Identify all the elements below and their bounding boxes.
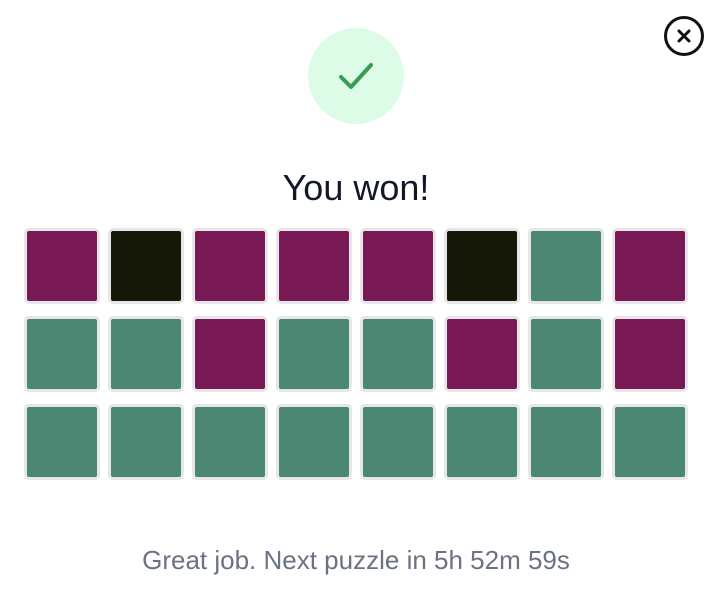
tile-fill bbox=[363, 319, 433, 389]
tile-fill bbox=[363, 231, 433, 301]
success-badge bbox=[308, 28, 404, 124]
tile-fill bbox=[279, 319, 349, 389]
grid-tile bbox=[444, 404, 520, 480]
grid-tile bbox=[612, 316, 688, 392]
grid-tile bbox=[192, 316, 268, 392]
tile-fill bbox=[111, 319, 181, 389]
tile-fill bbox=[615, 231, 685, 301]
grid-tile bbox=[192, 404, 268, 480]
result-title: You won! bbox=[282, 167, 430, 208]
tile-fill bbox=[27, 319, 97, 389]
tile-fill bbox=[111, 231, 181, 301]
next-puzzle-message: Great job. Next puzzle in 5h 52m 59s bbox=[142, 545, 570, 575]
tile-fill bbox=[447, 231, 517, 301]
grid-tile bbox=[444, 228, 520, 304]
tile-fill bbox=[615, 407, 685, 477]
grid-tile bbox=[108, 316, 184, 392]
tile-fill bbox=[531, 231, 601, 301]
tile-fill bbox=[111, 407, 181, 477]
tile-fill bbox=[279, 407, 349, 477]
grid-tile bbox=[528, 228, 604, 304]
grid-tile bbox=[108, 404, 184, 480]
close-button[interactable] bbox=[664, 16, 704, 56]
grid-tile bbox=[276, 228, 352, 304]
grid-tile bbox=[24, 228, 100, 304]
tile-fill bbox=[447, 407, 517, 477]
grid-tile bbox=[276, 316, 352, 392]
tile-fill bbox=[615, 319, 685, 389]
grid-tile bbox=[360, 228, 436, 304]
tile-fill bbox=[363, 407, 433, 477]
tile-fill bbox=[531, 407, 601, 477]
grid-tile bbox=[528, 404, 604, 480]
tile-fill bbox=[195, 231, 265, 301]
tile-fill bbox=[27, 231, 97, 301]
tile-fill bbox=[279, 231, 349, 301]
grid-tile bbox=[444, 316, 520, 392]
grid-tile bbox=[24, 316, 100, 392]
grid-tile bbox=[612, 404, 688, 480]
close-icon bbox=[677, 29, 691, 43]
grid-tile bbox=[276, 404, 352, 480]
tile-fill bbox=[531, 319, 601, 389]
grid-tile bbox=[360, 404, 436, 480]
grid-tile bbox=[360, 316, 436, 392]
grid-tile bbox=[192, 228, 268, 304]
grid-tile bbox=[528, 316, 604, 392]
tile-fill bbox=[195, 407, 265, 477]
tile-fill bbox=[27, 407, 97, 477]
check-icon bbox=[339, 63, 373, 89]
grid-tile bbox=[24, 404, 100, 480]
grid-tile bbox=[612, 228, 688, 304]
tile-fill bbox=[447, 319, 517, 389]
grid-tile bbox=[108, 228, 184, 304]
result-grid bbox=[24, 228, 688, 480]
tile-fill bbox=[195, 319, 265, 389]
